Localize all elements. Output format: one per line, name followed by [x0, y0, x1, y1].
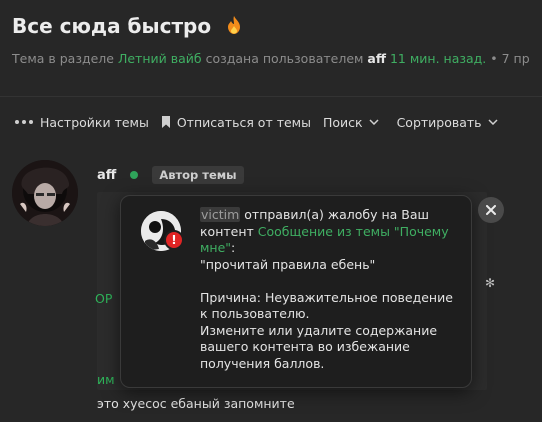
thread-settings-label: Настройки темы — [40, 114, 149, 130]
fire-icon — [226, 15, 242, 40]
unsubscribe-label: Отписаться от темы — [176, 114, 311, 130]
online-status-dot — [130, 171, 139, 179]
chevron-down-icon — [369, 119, 379, 125]
author-badge: Автор темы — [152, 166, 244, 184]
thread-meta: Тема в разделе Летний вайб создана польз… — [12, 51, 530, 66]
post-author-name[interactable]: aff — [97, 168, 116, 183]
meta-tail: • 7 пр — [490, 51, 530, 66]
more-dots-icon — [15, 120, 33, 124]
warning-icon: ! — [164, 230, 184, 250]
author-link[interactable]: aff — [367, 51, 386, 66]
unsubscribe-button[interactable]: Отписаться от темы — [161, 115, 311, 130]
close-icon — [486, 205, 496, 215]
search-button[interactable]: Поиск — [323, 115, 379, 130]
report-message: victim отправил(а) жалобу на Ваш контент… — [200, 207, 462, 372]
sort-button[interactable]: Сортировать — [397, 115, 498, 130]
close-notification-button[interactable] — [478, 197, 504, 223]
report-reason: Причина: Неуважительное поведение к поль… — [200, 289, 453, 322]
meta-prefix: Тема в разделе — [12, 51, 114, 66]
post-author-line: aff Автор темы — [97, 166, 244, 184]
post-fragment: им — [97, 372, 115, 387]
page-title: Все сюда быстро — [12, 14, 242, 40]
reporter-name[interactable]: victim — [200, 207, 241, 222]
search-label: Поиск — [322, 114, 363, 130]
chevron-down-icon — [488, 119, 498, 125]
meta-created: создана пользователем — [205, 51, 364, 66]
report-colon: : — [231, 240, 236, 255]
sort-label: Сортировать — [396, 114, 482, 130]
author-avatar[interactable] — [12, 160, 78, 226]
section-link[interactable]: Летний вайб — [118, 51, 202, 66]
post-fragment: ОР — [95, 291, 113, 306]
thread-toolbar: Настройки темы Отписаться от темы Поиск … — [14, 112, 510, 132]
snowflake-icon: ✻ — [485, 276, 496, 290]
post-body-text: это хуесос ебаный запомните — [97, 396, 295, 411]
time-link[interactable]: 11 мин. назад. — [390, 51, 486, 66]
report-instruction: Измените или удалите содержание вашего к… — [200, 322, 438, 371]
divider — [0, 96, 542, 97]
thread-settings-button[interactable]: Настройки темы — [14, 115, 149, 130]
report-quote: "прочитай правила ебень" — [200, 256, 376, 272]
bookmark-icon — [161, 116, 170, 128]
page-title-text: Все сюда быстро — [12, 14, 212, 38]
report-notification[interactable]: ! victim отправил(а) жалобу на Ваш конте… — [120, 195, 472, 388]
